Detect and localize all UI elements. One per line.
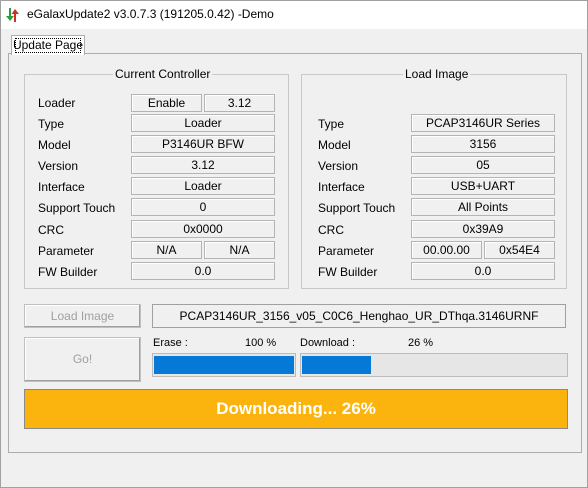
- window-title: eGalaxUpdate2 v3.0.7.3 (191205.0.42) -De…: [27, 7, 274, 21]
- app-window: eGalaxUpdate2 v3.0.7.3 (191205.0.42) -De…: [0, 0, 588, 488]
- group-title-current-controller: Current Controller: [113, 67, 213, 81]
- load-image-button[interactable]: Load Image: [24, 304, 141, 328]
- app-icon: [6, 8, 19, 22]
- li-value-support-touch: All Points: [411, 198, 555, 216]
- cc-value-parameter-2: N/A: [204, 241, 275, 259]
- cc-value-type: Loader: [131, 114, 275, 132]
- cc-value-fw-builder: 0.0: [131, 262, 275, 280]
- li-value-crc: 0x39A9: [411, 220, 555, 238]
- li-label-type: Type: [318, 117, 345, 131]
- li-value-version: 05: [411, 156, 555, 174]
- cc-value-crc: 0x0000: [131, 220, 275, 238]
- erase-percent: 100 %: [245, 337, 277, 349]
- cc-label-crc: CRC: [38, 223, 64, 237]
- cc-value-model: P3146UR BFW: [131, 135, 275, 153]
- li-value-fw-builder: 0.0: [411, 262, 555, 280]
- cc-value-parameter-1: N/A: [131, 241, 202, 259]
- cc-label-fw-builder: FW Builder: [38, 265, 98, 279]
- li-label-crc: CRC: [318, 223, 344, 237]
- cc-value-loader-status: Enable: [131, 94, 202, 112]
- li-label-model: Model: [318, 138, 351, 152]
- cc-label-support-touch: Support Touch: [38, 201, 116, 215]
- li-value-interface: USB+UART: [411, 177, 555, 195]
- focus-rect: [15, 38, 81, 53]
- cc-value-support-touch: 0: [131, 198, 275, 216]
- group-title-load-image: Load Image: [403, 67, 471, 81]
- download-percent: 26 %: [408, 337, 434, 349]
- download-progress-bar: [300, 353, 568, 377]
- cc-label-model: Model: [38, 138, 71, 152]
- li-label-fw-builder: FW Builder: [318, 265, 378, 279]
- li-value-type: PCAP3146UR Series: [411, 114, 555, 132]
- li-value-model: 3156: [411, 135, 555, 153]
- go-button[interactable]: Go!: [24, 337, 141, 382]
- cc-label-version: Version: [38, 159, 79, 173]
- li-label-support-touch: Support Touch: [318, 201, 396, 215]
- li-value-parameter-1: 00.00.00: [411, 241, 482, 259]
- li-label-interface: Interface: [318, 180, 365, 194]
- cc-label-type: Type: [38, 117, 65, 131]
- li-value-parameter-2: 0x54E4: [484, 241, 555, 259]
- status-banner: Downloading... 26%: [24, 389, 568, 429]
- download-progress-fill: [302, 356, 371, 374]
- cc-label-parameter: Parameter: [38, 244, 95, 258]
- tab-update-page[interactable]: Update Page: [11, 35, 85, 55]
- title-bar: eGalaxUpdate2 v3.0.7.3 (191205.0.42) -De…: [1, 1, 587, 29]
- erase-progress-bar: [152, 353, 296, 377]
- cc-value-version: 3.12: [131, 156, 275, 174]
- erase-progress-fill: [154, 356, 294, 374]
- erase-label: Erase :: [153, 337, 188, 349]
- li-label-version: Version: [318, 159, 359, 173]
- li-label-parameter: Parameter: [318, 244, 375, 258]
- cc-value-interface: Loader: [131, 177, 275, 195]
- cc-label-interface: Interface: [38, 180, 85, 194]
- cc-label-loader: Loader: [38, 96, 76, 110]
- cc-value-loader-version: 3.12: [204, 94, 275, 112]
- download-label: Download :: [300, 337, 356, 349]
- image-file-name: PCAP3146UR_3156_v05_C0C6_Henghao_UR_DThq…: [152, 304, 566, 328]
